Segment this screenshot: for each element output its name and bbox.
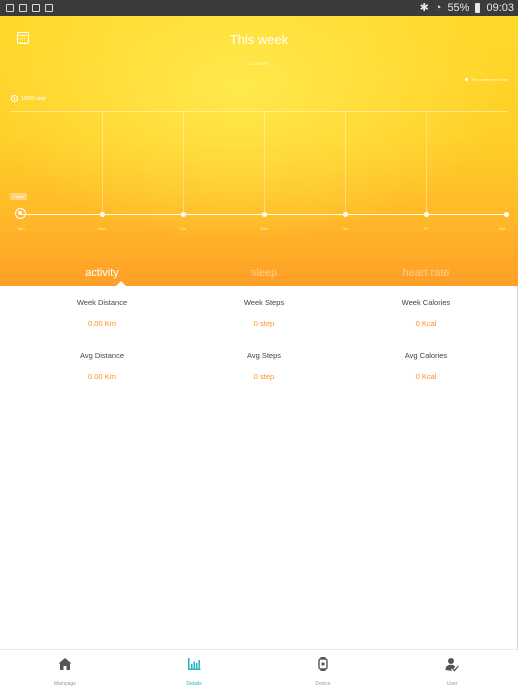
stat-label: Avg Distance [79, 351, 125, 360]
watch-icon [318, 657, 328, 671]
day-label-tue: Tue [179, 226, 187, 231]
zero-step-badge: 0 step [10, 193, 27, 200]
chart-point-mon[interactable] [100, 212, 105, 217]
clock: 09:03 [486, 2, 514, 14]
nav-user[interactable]: User [387, 650, 517, 691]
notification-doc-icon [19, 4, 27, 12]
bottom-navigation: Mainpage Details Device User [0, 649, 518, 691]
active-tab-indicator [116, 281, 126, 286]
day-label-fri: Fri [423, 226, 429, 231]
nav-mainpage[interactable]: Mainpage [0, 650, 130, 691]
notification-store-icon [32, 4, 40, 12]
stat-week-distance: Week Distance 0.00 Km [16, 298, 188, 328]
wifi-icon: ◔ [434, 2, 442, 14]
target-icon [11, 95, 18, 102]
day-label-wed: Wed [259, 226, 269, 231]
page-title: This week [229, 32, 289, 47]
stat-value: 0 step [253, 372, 275, 381]
gridline [345, 111, 346, 214]
stat-label: Week Distance [76, 298, 128, 307]
tab-sleep[interactable]: sleep [178, 267, 350, 279]
nav-label: User [446, 681, 458, 687]
stat-week-calories: Week Calories 0 Kcal [340, 298, 512, 328]
stat-label: Avg Calories [404, 351, 448, 360]
gridline [102, 111, 103, 214]
step-target: 10000 step [11, 95, 46, 102]
legend-label: The number of steps [471, 77, 508, 82]
notification-image-icon [6, 4, 14, 12]
tab-activity[interactable]: activity [16, 267, 188, 279]
nav-label: Mainpage [54, 681, 76, 687]
stat-label: Avg Steps [246, 351, 282, 360]
stat-label: Week Calories [401, 298, 451, 307]
stat-value: 0.00 Km [88, 372, 116, 381]
day-label-sat: Sat [498, 226, 506, 231]
stat-avg-calories: Avg Calories 0 Kcal [340, 351, 512, 381]
tab-heart-rate[interactable]: heart rate [340, 267, 512, 279]
step-target-label: 10000 step [21, 95, 46, 102]
battery-percent: 55% [447, 2, 470, 14]
stat-value: 0 step [253, 319, 275, 328]
nav-device[interactable]: Device [258, 650, 388, 691]
stat-label: Week Steps [243, 298, 285, 307]
target-line [10, 111, 508, 112]
notification-app-icon [45, 4, 53, 12]
status-left-icons [6, 0, 53, 16]
stat-week-steps: Week Steps 0 step [178, 298, 350, 328]
day-label-mon: Mon [98, 226, 106, 231]
chart-point-sat[interactable] [504, 212, 509, 217]
home-icon [58, 658, 72, 670]
user-icon [445, 658, 459, 672]
legend-dot-icon [465, 78, 469, 81]
battery-icon [475, 3, 481, 13]
app-screen: ✱ ◔ 55% 09:03 This week 2021/06/07 The n… [0, 0, 518, 691]
stat-value: 0 Kcal [415, 372, 437, 381]
stat-avg-steps: Avg Steps 0 step [178, 351, 350, 381]
date-range: 2021/06/07 [248, 61, 270, 66]
nav-details[interactable]: Details [129, 650, 259, 691]
selected-day-marker-icon[interactable] [15, 208, 26, 219]
status-bar: ✱ ◔ 55% 09:03 [0, 0, 518, 16]
bar-chart-icon [188, 658, 201, 670]
gridline [183, 111, 184, 214]
status-right-icons: ✱ ◔ 55% 09:03 [420, 0, 514, 16]
stat-value: 0 Kcal [415, 319, 437, 328]
bluetooth-icon: ✱ [419, 2, 429, 14]
chart-point-fri[interactable] [424, 212, 429, 217]
nav-label: Device [315, 681, 331, 687]
gridline [426, 111, 427, 214]
chart-legend: The number of steps [465, 77, 508, 82]
nav-label: Details [186, 681, 202, 687]
stat-avg-distance: Avg Distance 0.00 Km [16, 351, 188, 381]
day-label-sun: Sun [17, 226, 25, 231]
gridline [264, 111, 265, 214]
stat-value: 0.00 Km [88, 319, 116, 328]
chart-point-thu[interactable] [343, 212, 348, 217]
detail-tabs: activity sleep heart rate [0, 262, 518, 286]
day-label-thu: Thu [341, 226, 349, 231]
week-chart-header: This week 2021/06/07 The number of steps… [0, 16, 518, 286]
chart-point-tue[interactable] [181, 212, 186, 217]
chart-point-wed[interactable] [262, 212, 267, 217]
